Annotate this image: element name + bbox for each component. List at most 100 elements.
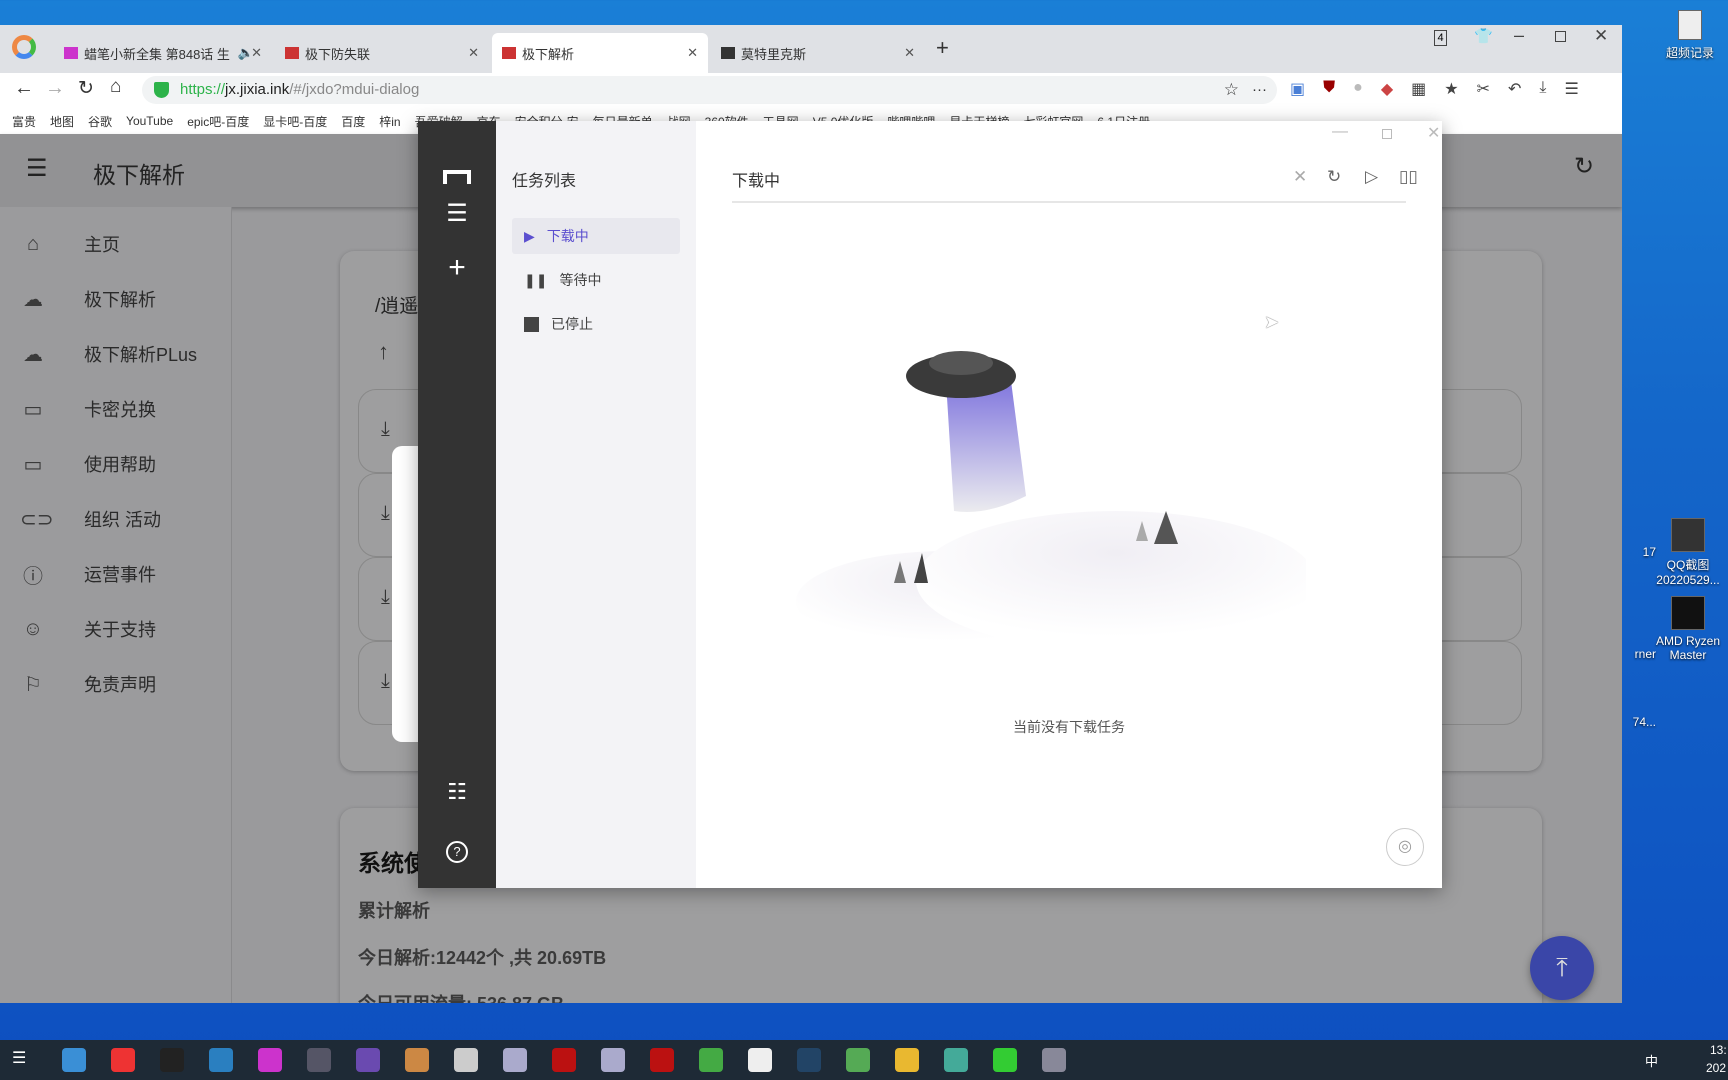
- sidebar-item[interactable]: ▭ 卡密兑换: [20, 389, 156, 429]
- desktop-icon-amd-ryzen[interactable]: AMD Ryzen Master: [1648, 596, 1728, 662]
- tab-count-badge[interactable]: 4: [1434, 30, 1447, 46]
- taskbar-app-icon[interactable]: [356, 1048, 380, 1072]
- taskbar-app-icon[interactable]: [944, 1048, 968, 1072]
- taskbar-app-icon[interactable]: [1042, 1048, 1066, 1072]
- close-tab-icon[interactable]: ✕: [468, 45, 479, 61]
- bookmark-item[interactable]: 富贵: [12, 113, 36, 130]
- skin-icon[interactable]: 👕: [1474, 27, 1493, 45]
- sidebar-item[interactable]: ⓘ 运营事件: [20, 554, 156, 594]
- sidebar-item[interactable]: ☁ 极下解析PLus: [20, 334, 197, 374]
- window-maximize[interactable]: [1382, 129, 1392, 139]
- taskbar-app-icon[interactable]: [601, 1048, 625, 1072]
- add-task-icon[interactable]: +: [418, 251, 496, 285]
- tab-motrix[interactable]: 莫特里克斯 ✕: [711, 33, 925, 73]
- tab-jixia-backup[interactable]: 极下防失联 ✕: [275, 33, 489, 73]
- taskbar-app-icon[interactable]: [650, 1048, 674, 1072]
- more-icon[interactable]: ···: [1252, 76, 1267, 104]
- delete-icon[interactable]: ✕: [1293, 167, 1307, 187]
- taskbar-app-icon[interactable]: [846, 1048, 870, 1072]
- taskbar-app-icon[interactable]: [111, 1048, 135, 1072]
- new-tab-button[interactable]: +: [936, 35, 949, 61]
- taskbar-app-icon[interactable]: [209, 1048, 233, 1072]
- refresh-icon[interactable]: ↻: [1327, 167, 1341, 187]
- close-tab-icon[interactable]: ✕: [904, 45, 915, 61]
- taskbar-app-icon[interactable]: [307, 1048, 331, 1072]
- window-close[interactable]: ✕: [1427, 123, 1440, 143]
- reload-icon[interactable]: ↻: [78, 77, 94, 100]
- ublock-icon[interactable]: ⛊: [1323, 79, 1335, 99]
- task-list-icon[interactable]: ☰: [418, 199, 496, 228]
- browser-logo-icon[interactable]: [12, 35, 36, 59]
- taskbar-app-icon[interactable]: [797, 1048, 821, 1072]
- refresh-icon[interactable]: ↻: [1574, 152, 1594, 181]
- nav-item-stopped[interactable]: 已停止: [512, 306, 680, 342]
- undo-icon[interactable]: ↶: [1508, 79, 1521, 99]
- menu-icon[interactable]: ☰: [1564, 79, 1578, 99]
- taskbar-app-icon[interactable]: [895, 1048, 919, 1072]
- up-arrow-icon[interactable]: ↑: [378, 339, 389, 365]
- tab-crayon-shinchan[interactable]: 蜡笔小新全集 第848话 生 🔈 ✕: [54, 33, 272, 73]
- apps-icon[interactable]: ▦: [1411, 79, 1426, 99]
- motrix-logo-icon[interactable]: [418, 163, 496, 191]
- back-to-top-button[interactable]: ⤒: [1530, 936, 1594, 1000]
- menu-icon[interactable]: ☰: [26, 154, 48, 183]
- window-minimize[interactable]: —: [1332, 123, 1348, 141]
- taskbar-app-icon[interactable]: [62, 1048, 86, 1072]
- maximize-button[interactable]: [1555, 31, 1566, 42]
- bookmark-item[interactable]: epic吧-百度: [187, 113, 249, 130]
- download-icon[interactable]: ⤓: [1539, 79, 1546, 99]
- close-tab-icon[interactable]: ✕: [687, 45, 698, 61]
- nav-item-active[interactable]: ▶ 下载中: [512, 218, 680, 254]
- forward-icon[interactable]: →: [45, 77, 65, 100]
- task-view-icon[interactable]: ☰: [12, 1048, 36, 1072]
- pause-all-icon[interactable]: ▯▯: [1399, 167, 1418, 187]
- taskbar-app-icon[interactable]: [405, 1048, 429, 1072]
- tab-jixia-parse[interactable]: 极下解析 ✕: [492, 33, 708, 73]
- bookmark-item[interactable]: 地图: [50, 113, 74, 130]
- tray-time[interactable]: 13:: [1710, 1043, 1727, 1057]
- translate-icon[interactable]: ▣: [1290, 79, 1305, 99]
- sidebar-item[interactable]: ⚐ 免责声明: [20, 664, 156, 704]
- nav-item-waiting[interactable]: ❚❚ 等待中: [512, 262, 680, 298]
- taskbar-app-icon[interactable]: [503, 1048, 527, 1072]
- minimize-button[interactable]: –: [1514, 25, 1524, 46]
- download-icon[interactable]: ⤓: [381, 418, 390, 441]
- home-icon[interactable]: ⌂: [110, 76, 121, 98]
- close-window-button[interactable]: ✕: [1594, 26, 1608, 46]
- bookmark-item[interactable]: 百度: [341, 113, 365, 130]
- cut-icon[interactable]: ✂: [1477, 79, 1490, 99]
- back-icon[interactable]: ←: [14, 77, 34, 100]
- close-tab-icon[interactable]: ✕: [251, 45, 262, 61]
- extension-icons[interactable]: ▣ ⛊ ● ◆ ▦ ★ ✂ ↶ ⤓ ☰: [1290, 79, 1579, 99]
- sidebar-item[interactable]: ☺ 关于支持: [20, 609, 156, 649]
- bookmark-item[interactable]: 谷歌: [88, 113, 112, 130]
- desktop-icon-overclock-log[interactable]: 超频记录: [1650, 10, 1728, 61]
- taskbar-app-icon[interactable]: [993, 1048, 1017, 1072]
- preferences-icon[interactable]: ☷: [418, 779, 496, 805]
- taskbar-app-icon[interactable]: [258, 1048, 282, 1072]
- url-input[interactable]: https://jx.jixia.ink/#/jxdo?mdui-dialog …: [142, 76, 1277, 104]
- download-icon[interactable]: ⤓: [381, 586, 390, 609]
- tray-date[interactable]: 202: [1706, 1061, 1726, 1075]
- desktop-icon-qq-screenshot[interactable]: QQ截图20220529...: [1648, 518, 1728, 587]
- extension-icon[interactable]: ◆: [1381, 79, 1393, 99]
- ghost-icon[interactable]: ●: [1353, 79, 1363, 99]
- sidebar-item[interactable]: ⌂ 主页: [20, 224, 120, 264]
- taskbar-app-icon[interactable]: [748, 1048, 772, 1072]
- bookmark-item[interactable]: 显卡吧-百度: [263, 113, 327, 130]
- download-icon[interactable]: ⤓: [381, 502, 390, 525]
- bookmark-item[interactable]: 梓in: [379, 113, 400, 130]
- taskbar-app-icon[interactable]: [699, 1048, 723, 1072]
- tray-language[interactable]: 中: [1645, 1051, 1658, 1070]
- sidebar-item[interactable]: ⊂⊃ 组织 活动: [20, 499, 161, 539]
- help-icon[interactable]: ?: [418, 835, 496, 863]
- taskbar-app-icon[interactable]: [552, 1048, 576, 1072]
- taskbar-app-icon[interactable]: [160, 1048, 184, 1072]
- speedometer-icon[interactable]: ◎: [1386, 828, 1424, 866]
- download-icon[interactable]: ⤓: [381, 670, 390, 693]
- bookmark-item[interactable]: YouTube: [126, 114, 173, 128]
- sidebar-item[interactable]: ☁ 极下解析: [20, 279, 156, 319]
- resume-all-icon[interactable]: ▷: [1365, 167, 1378, 187]
- favorites-icon[interactable]: ★: [1444, 79, 1458, 99]
- bookmark-star-icon[interactable]: ☆: [1224, 76, 1239, 104]
